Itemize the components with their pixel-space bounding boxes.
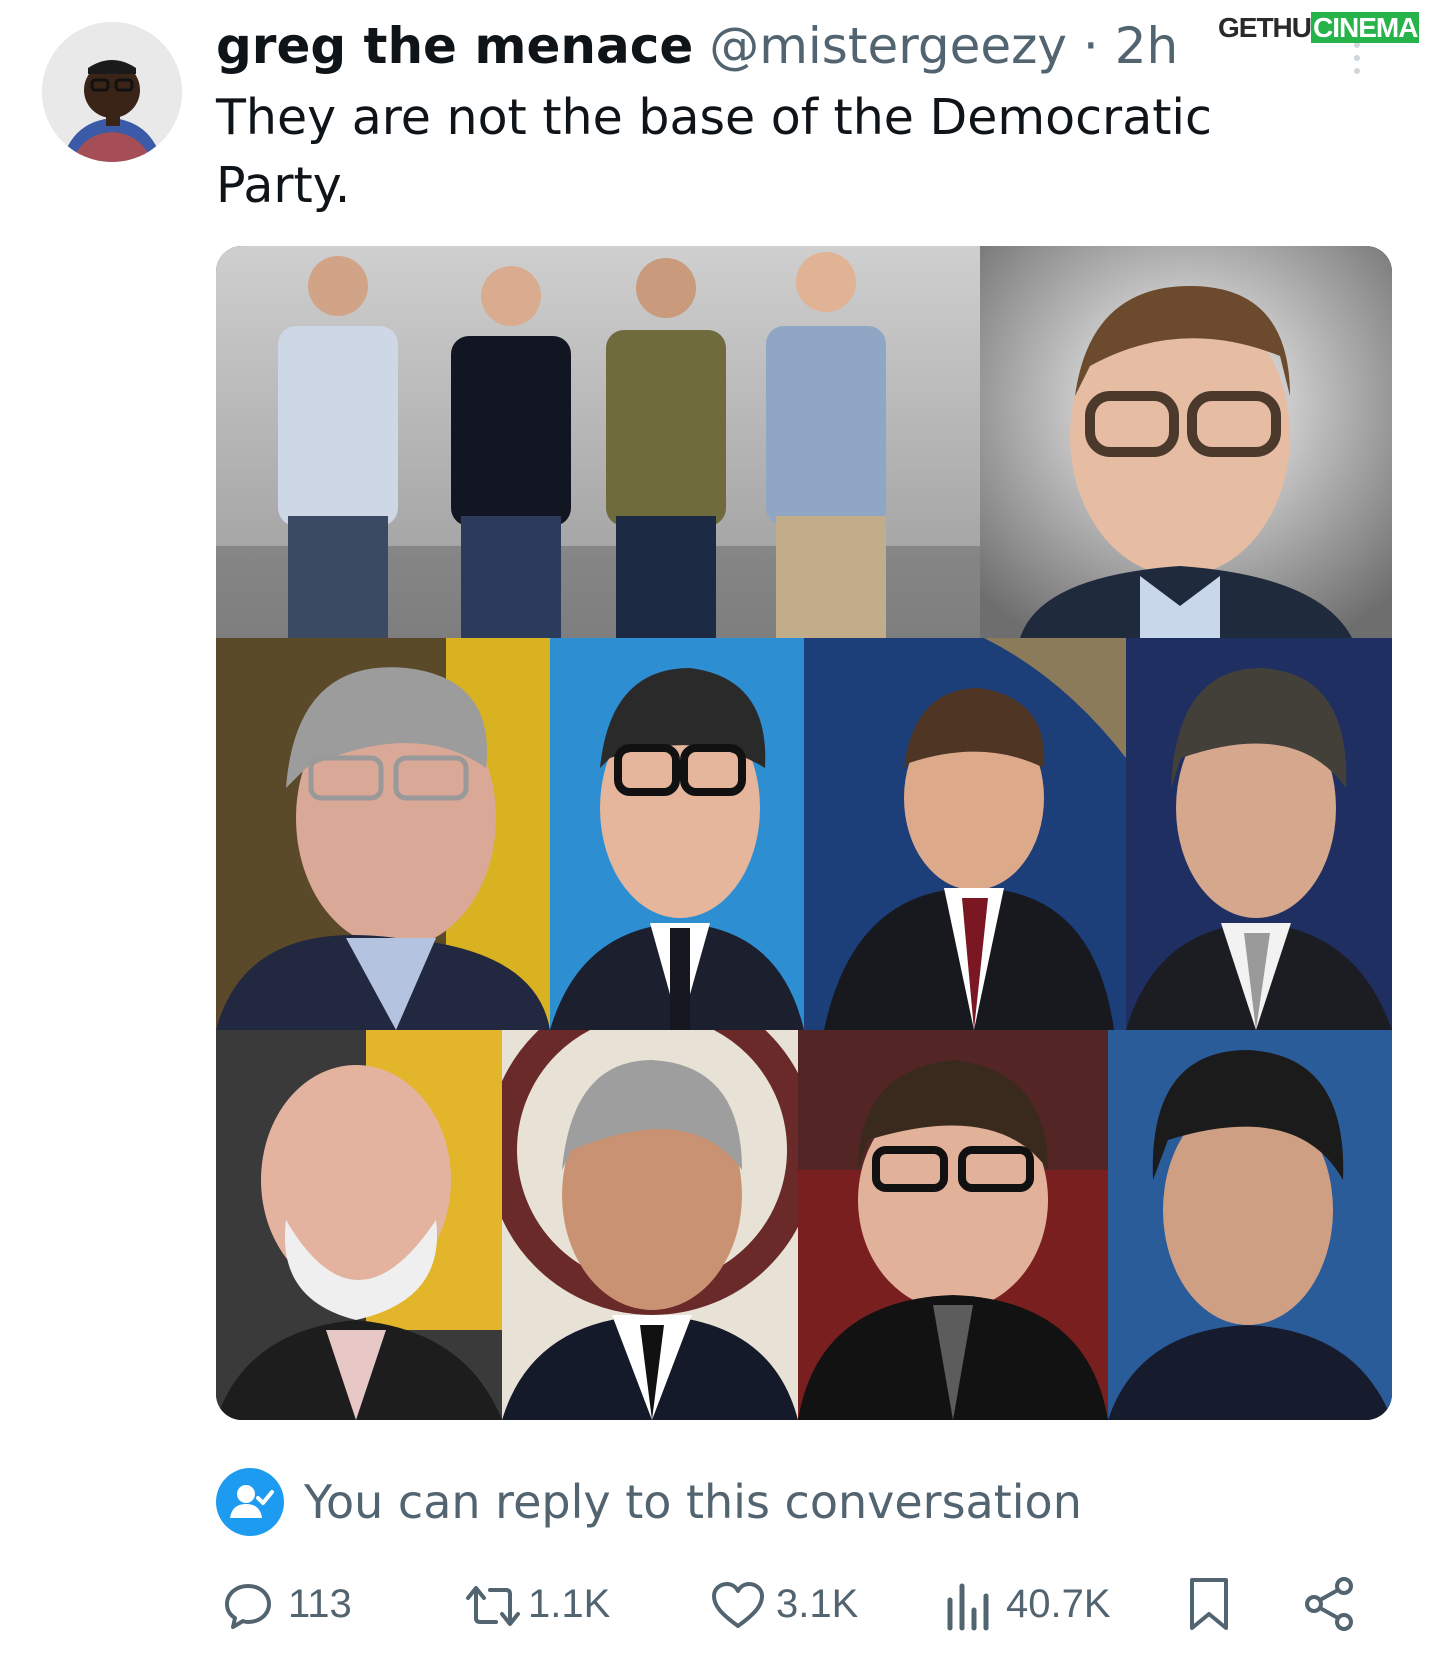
photo-group-of-four: [216, 246, 980, 638]
photo-portrait-6: [216, 1030, 502, 1420]
photo-portrait-1: [980, 246, 1392, 638]
repost-button[interactable]: 1.1K: [462, 1570, 632, 1640]
photo-portrait-8: [798, 1030, 1108, 1420]
repost-icon: [466, 1586, 520, 1626]
reply-button[interactable]: 113: [222, 1570, 362, 1640]
avatar-photo: [42, 22, 182, 162]
photo-portrait-3: [550, 638, 804, 1030]
reply-count: 113: [288, 1582, 352, 1626]
avatar[interactable]: [42, 22, 182, 162]
like-icon: [712, 1582, 764, 1628]
reply-permission-icon: [216, 1468, 284, 1536]
photo-portrait-2: [216, 638, 550, 1030]
share-icon: [1305, 1577, 1353, 1631]
tweet-header: greg the menace @mistergeezy · 2h: [216, 16, 1178, 76]
repost-count: 1.1K: [528, 1582, 611, 1626]
bookmark-icon: [1190, 1578, 1228, 1630]
user-handle[interactable]: @mistergeezy: [709, 17, 1067, 75]
reply-icon: [225, 1584, 271, 1629]
header-separator: ·: [1082, 17, 1099, 75]
like-count: 3.1K: [776, 1582, 859, 1626]
action-bar: 113 1.1K 3.1K 40.7K: [0, 1570, 1434, 1640]
photo-portrait-9: [1108, 1030, 1392, 1420]
display-name[interactable]: greg the menace: [216, 17, 693, 75]
tweet-media-collage[interactable]: [216, 246, 1392, 1420]
tweet-timestamp[interactable]: 2h: [1115, 17, 1179, 75]
watermark-logo: GETHUCINEMA: [1218, 12, 1420, 43]
views-button[interactable]: 40.7K: [944, 1570, 1134, 1640]
photo-portrait-4: [804, 638, 1126, 1030]
bookmark-button[interactable]: [1186, 1570, 1236, 1640]
like-button[interactable]: 3.1K: [710, 1570, 880, 1640]
views-icon: [947, 1583, 989, 1631]
photo-portrait-5: [1126, 638, 1392, 1030]
tweet-text: They are not the base of the Democratic …: [216, 89, 1212, 214]
views-count: 40.7K: [1006, 1582, 1111, 1626]
share-button[interactable]: [1302, 1570, 1358, 1640]
reply-permission-text: You can reply to this conversation: [304, 1475, 1082, 1529]
photo-portrait-7: [502, 1030, 798, 1420]
